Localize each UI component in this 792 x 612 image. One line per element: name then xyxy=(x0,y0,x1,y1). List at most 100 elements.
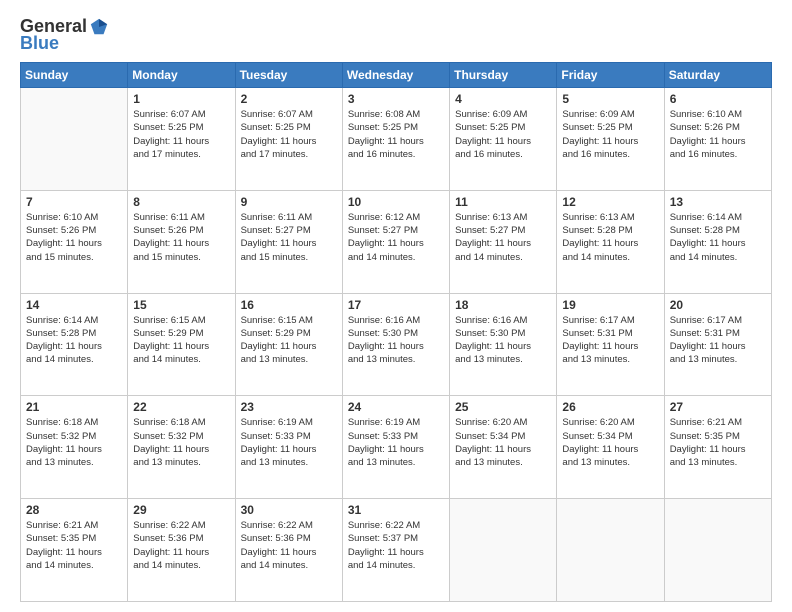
day-info: Sunrise: 6:22 AMSunset: 5:36 PMDaylight:… xyxy=(133,519,229,572)
page: General Blue SundayMondayTuesdayWednesda… xyxy=(0,0,792,612)
day-info: Sunrise: 6:17 AMSunset: 5:31 PMDaylight:… xyxy=(670,314,766,367)
day-info: Sunrise: 6:12 AMSunset: 5:27 PMDaylight:… xyxy=(348,211,444,264)
logo-blue: Blue xyxy=(20,33,59,54)
calendar-cell xyxy=(664,499,771,602)
day-info: Sunrise: 6:09 AMSunset: 5:25 PMDaylight:… xyxy=(455,108,551,161)
calendar-table: SundayMondayTuesdayWednesdayThursdayFrid… xyxy=(20,62,772,602)
calendar-cell: 24Sunrise: 6:19 AMSunset: 5:33 PMDayligh… xyxy=(342,396,449,499)
calendar-week-row: 28 Sunrise: 6:21 AMSunset: 5:35 PMDayligh… xyxy=(21,499,772,602)
day-info: Sunrise: 6:20 AMSunset: 5:34 PMDaylight:… xyxy=(562,416,658,469)
day-info: Sunrise: 6:11 AMSunset: 5:26 PMDaylight:… xyxy=(133,211,229,264)
day-number: 8 xyxy=(133,195,229,209)
day-number: 16 xyxy=(241,298,337,312)
calendar-cell: 22Sunrise: 6:18 AMSunset: 5:32 PMDayligh… xyxy=(128,396,235,499)
calendar-cell: 29 Sunrise: 6:22 AMSunset: 5:36 PMDayligh… xyxy=(128,499,235,602)
day-number: 9 xyxy=(241,195,337,209)
calendar-cell: 21 Sunrise: 6:18 AMSunset: 5:32 PMDayligh… xyxy=(21,396,128,499)
calendar-cell: 2Sunrise: 6:07 AMSunset: 5:25 PMDaylight… xyxy=(235,88,342,191)
day-info: Sunrise: 6:13 AMSunset: 5:27 PMDaylight:… xyxy=(455,211,551,264)
day-number: 20 xyxy=(670,298,766,312)
calendar-cell: 19Sunrise: 6:17 AMSunset: 5:31 PMDayligh… xyxy=(557,293,664,396)
day-number: 25 xyxy=(455,400,551,414)
day-number: 4 xyxy=(455,92,551,106)
day-number: 7 xyxy=(26,195,122,209)
calendar-header-wednesday: Wednesday xyxy=(342,63,449,88)
day-info: Sunrise: 6:19 AMSunset: 5:33 PMDaylight:… xyxy=(348,416,444,469)
calendar-cell: 3 Sunrise: 6:08 AMSunset: 5:25 PMDaylight… xyxy=(342,88,449,191)
day-number: 1 xyxy=(133,92,229,106)
day-number: 15 xyxy=(133,298,229,312)
calendar-cell xyxy=(450,499,557,602)
calendar-header-monday: Monday xyxy=(128,63,235,88)
day-number: 29 xyxy=(133,503,229,517)
calendar-header-saturday: Saturday xyxy=(664,63,771,88)
day-info: Sunrise: 6:15 AMSunset: 5:29 PMDaylight:… xyxy=(133,314,229,367)
calendar-cell: 15 Sunrise: 6:15 AMSunset: 5:29 PMDayligh… xyxy=(128,293,235,396)
day-info: Sunrise: 6:20 AMSunset: 5:34 PMDaylight:… xyxy=(455,416,551,469)
calendar-cell: 8 Sunrise: 6:11 AMSunset: 5:26 PMDaylight… xyxy=(128,190,235,293)
calendar-cell: 5Sunrise: 6:09 AMSunset: 5:25 PMDaylight… xyxy=(557,88,664,191)
day-number: 17 xyxy=(348,298,444,312)
calendar-cell: 9Sunrise: 6:11 AMSunset: 5:27 PMDaylight… xyxy=(235,190,342,293)
day-number: 10 xyxy=(348,195,444,209)
header: General Blue xyxy=(20,16,772,54)
calendar-cell: 31 Sunrise: 6:22 AMSunset: 5:37 PMDayligh… xyxy=(342,499,449,602)
day-number: 28 xyxy=(26,503,122,517)
day-info: Sunrise: 6:09 AMSunset: 5:25 PMDaylight:… xyxy=(562,108,658,161)
day-number: 31 xyxy=(348,503,444,517)
calendar-cell: 4 Sunrise: 6:09 AMSunset: 5:25 PMDaylight… xyxy=(450,88,557,191)
calendar-cell xyxy=(21,88,128,191)
day-info: Sunrise: 6:10 AMSunset: 5:26 PMDaylight:… xyxy=(670,108,766,161)
calendar-cell: 11 Sunrise: 6:13 AMSunset: 5:27 PMDayligh… xyxy=(450,190,557,293)
calendar-header-friday: Friday xyxy=(557,63,664,88)
day-number: 12 xyxy=(562,195,658,209)
calendar-week-row: 1 Sunrise: 6:07 AMSunset: 5:25 PMDaylight… xyxy=(21,88,772,191)
calendar-cell: 23 Sunrise: 6:19 AMSunset: 5:33 PMDayligh… xyxy=(235,396,342,499)
day-number: 26 xyxy=(562,400,658,414)
day-info: Sunrise: 6:10 AMSunset: 5:26 PMDaylight:… xyxy=(26,211,122,264)
calendar-cell: 16 Sunrise: 6:15 AMSunset: 5:29 PMDayligh… xyxy=(235,293,342,396)
day-info: Sunrise: 6:14 AMSunset: 5:28 PMDaylight:… xyxy=(26,314,122,367)
calendar-week-row: 21 Sunrise: 6:18 AMSunset: 5:32 PMDayligh… xyxy=(21,396,772,499)
calendar-header-tuesday: Tuesday xyxy=(235,63,342,88)
calendar-cell: 1Sunrise: 6:07 AMSunset: 5:25 PMDaylight… xyxy=(128,88,235,191)
day-number: 19 xyxy=(562,298,658,312)
day-number: 6 xyxy=(670,92,766,106)
calendar-week-row: 7 Sunrise: 6:10 AMSunset: 5:26 PMDaylight… xyxy=(21,190,772,293)
calendar-cell xyxy=(557,499,664,602)
day-info: Sunrise: 6:22 AMSunset: 5:36 PMDaylight:… xyxy=(241,519,337,572)
day-info: Sunrise: 6:16 AMSunset: 5:30 PMDaylight:… xyxy=(348,314,444,367)
calendar-header-sunday: Sunday xyxy=(21,63,128,88)
calendar-cell: 20 Sunrise: 6:17 AMSunset: 5:31 PMDayligh… xyxy=(664,293,771,396)
day-info: Sunrise: 6:15 AMSunset: 5:29 PMDaylight:… xyxy=(241,314,337,367)
calendar-week-row: 14 Sunrise: 6:14 AMSunset: 5:28 PMDayligh… xyxy=(21,293,772,396)
calendar-cell: 13 Sunrise: 6:14 AMSunset: 5:28 PMDayligh… xyxy=(664,190,771,293)
calendar-cell: 27Sunrise: 6:21 AMSunset: 5:35 PMDayligh… xyxy=(664,396,771,499)
day-info: Sunrise: 6:21 AMSunset: 5:35 PMDaylight:… xyxy=(26,519,122,572)
day-number: 21 xyxy=(26,400,122,414)
day-number: 23 xyxy=(241,400,337,414)
day-number: 3 xyxy=(348,92,444,106)
day-info: Sunrise: 6:07 AMSunset: 5:25 PMDaylight:… xyxy=(241,108,337,161)
calendar-cell: 7 Sunrise: 6:10 AMSunset: 5:26 PMDaylight… xyxy=(21,190,128,293)
day-number: 30 xyxy=(241,503,337,517)
calendar-cell: 6 Sunrise: 6:10 AMSunset: 5:26 PMDaylight… xyxy=(664,88,771,191)
day-info: Sunrise: 6:08 AMSunset: 5:25 PMDaylight:… xyxy=(348,108,444,161)
calendar-cell: 18Sunrise: 6:16 AMSunset: 5:30 PMDayligh… xyxy=(450,293,557,396)
day-info: Sunrise: 6:14 AMSunset: 5:28 PMDaylight:… xyxy=(670,211,766,264)
day-number: 14 xyxy=(26,298,122,312)
calendar-cell: 12Sunrise: 6:13 AMSunset: 5:28 PMDayligh… xyxy=(557,190,664,293)
logo-flag-icon xyxy=(89,17,109,37)
day-info: Sunrise: 6:21 AMSunset: 5:35 PMDaylight:… xyxy=(670,416,766,469)
calendar-cell: 10 Sunrise: 6:12 AMSunset: 5:27 PMDayligh… xyxy=(342,190,449,293)
day-info: Sunrise: 6:16 AMSunset: 5:30 PMDaylight:… xyxy=(455,314,551,367)
calendar-cell: 28 Sunrise: 6:21 AMSunset: 5:35 PMDayligh… xyxy=(21,499,128,602)
day-info: Sunrise: 6:19 AMSunset: 5:33 PMDaylight:… xyxy=(241,416,337,469)
logo: General Blue xyxy=(20,16,109,54)
calendar-cell: 26 Sunrise: 6:20 AMSunset: 5:34 PMDayligh… xyxy=(557,396,664,499)
day-info: Sunrise: 6:22 AMSunset: 5:37 PMDaylight:… xyxy=(348,519,444,572)
day-info: Sunrise: 6:18 AMSunset: 5:32 PMDaylight:… xyxy=(26,416,122,469)
calendar-cell: 25 Sunrise: 6:20 AMSunset: 5:34 PMDayligh… xyxy=(450,396,557,499)
day-number: 11 xyxy=(455,195,551,209)
day-number: 13 xyxy=(670,195,766,209)
